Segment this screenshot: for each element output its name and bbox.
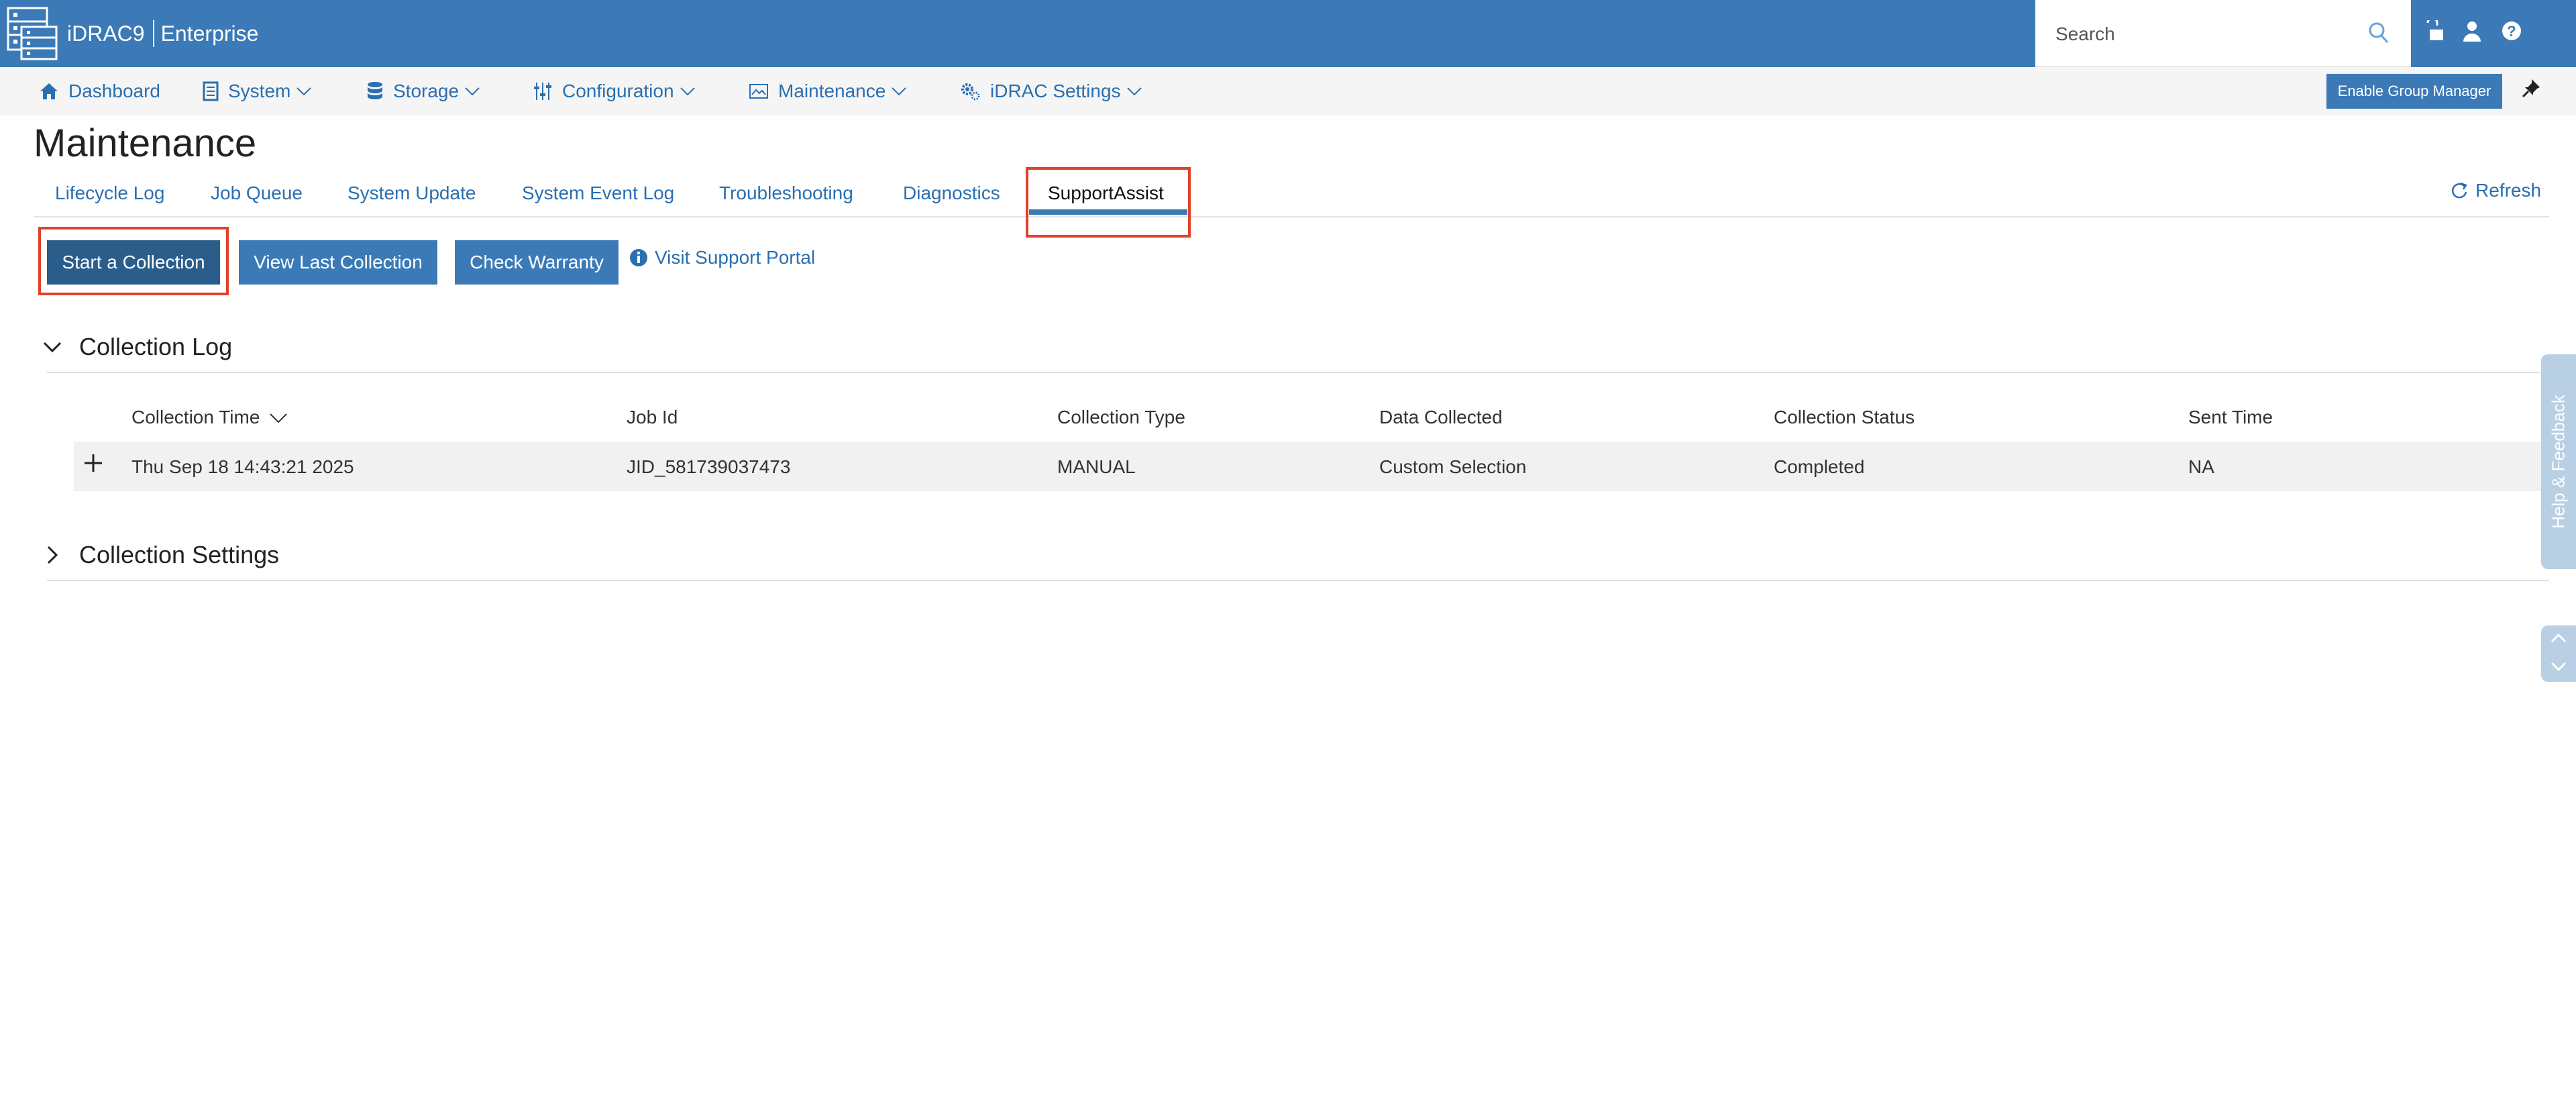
cell-collection-status: Completed	[1774, 456, 1865, 477]
nav-storage-label: Storage	[393, 81, 460, 101]
tab-lifecycle-log[interactable]: Lifecycle Log	[55, 183, 164, 204]
sliders-icon	[534, 83, 551, 100]
sort-descending-icon	[270, 413, 287, 423]
product-brand: iDRAC9 Enterprise	[67, 20, 258, 47]
column-data-collected: Data Collected	[1379, 407, 1503, 427]
column-sent-time: Sent Time	[2188, 407, 2273, 427]
chevron-down-icon	[43, 342, 62, 353]
tab-job-queue[interactable]: Job Queue	[211, 183, 303, 204]
refresh-icon	[2451, 182, 2467, 199]
collection-log-title: Collection Log	[79, 333, 233, 360]
home-icon	[40, 83, 58, 99]
tab-troubleshooting[interactable]: Troubleshooting	[719, 183, 853, 204]
nav-configuration-label: Configuration	[562, 81, 674, 101]
chevron-down-icon	[680, 87, 695, 96]
cell-data-collected: Custom Selection	[1379, 456, 1527, 477]
scroll-control	[2541, 625, 2576, 682]
check-warranty-button[interactable]: Check Warranty	[455, 240, 619, 285]
column-collection-type: Collection Type	[1057, 407, 1185, 427]
enable-group-manager-button[interactable]: Enable Group Manager	[2326, 74, 2502, 109]
help-feedback-label: Help & Feedback	[2548, 395, 2569, 529]
collection-settings-header[interactable]: Collection Settings	[43, 541, 279, 569]
monitor-icon	[749, 84, 768, 99]
cell-job-id: JID_581739037473	[627, 456, 791, 477]
info-icon	[630, 249, 647, 266]
refresh-label: Refresh	[2475, 180, 2542, 201]
svg-text:?: ?	[2507, 23, 2516, 40]
visit-support-portal-link[interactable]: Visit Support Portal	[629, 247, 815, 268]
nav-system-label: System	[228, 81, 291, 101]
nav-maintenance[interactable]: Maintenance	[749, 79, 907, 103]
nav-maintenance-label: Maintenance	[778, 81, 886, 101]
nav-storage[interactable]: Storage	[366, 79, 480, 103]
product-edition: Enterprise	[160, 21, 259, 46]
scroll-down-icon[interactable]	[2551, 662, 2567, 672]
tabs-divider	[34, 216, 2549, 217]
chevron-down-icon	[297, 87, 312, 96]
search-box	[2035, 0, 2411, 67]
table-row	[74, 442, 2549, 491]
gears-icon	[961, 83, 980, 101]
highlight-box-start-collection	[38, 227, 229, 295]
column-collection-time[interactable]: Collection Time	[131, 407, 288, 428]
pin-icon[interactable]	[2521, 78, 2541, 99]
chevron-down-icon	[1126, 87, 1142, 96]
help-icon[interactable]: ?	[2501, 20, 2522, 43]
database-icon	[368, 82, 382, 99]
user-icon[interactable]	[2462, 20, 2482, 43]
refresh-link[interactable]: Refresh	[2450, 180, 2541, 201]
chevron-right-icon	[47, 546, 58, 564]
tab-system-event-log[interactable]: System Event Log	[522, 183, 674, 204]
help-feedback-tab[interactable]: Help & Feedback	[2541, 354, 2576, 569]
collection-settings-divider	[47, 580, 2549, 581]
search-input[interactable]	[2054, 17, 2365, 51]
cell-collection-type: MANUAL	[1057, 456, 1136, 477]
nav-dashboard[interactable]: Dashboard	[39, 79, 160, 103]
view-last-collection-button[interactable]: View Last Collection	[239, 240, 437, 285]
unlock-icon[interactable]	[2424, 20, 2445, 43]
collection-log-divider	[47, 372, 2549, 373]
column-job-id: Job Id	[627, 407, 678, 427]
idrac-logo-icon	[7, 7, 58, 60]
product-name: iDRAC9	[67, 21, 145, 46]
tab-system-update[interactable]: System Update	[347, 183, 476, 204]
nav-idrac-settings-label: iDRAC Settings	[990, 81, 1121, 101]
collection-settings-title: Collection Settings	[79, 541, 280, 568]
tab-diagnostics[interactable]: Diagnostics	[903, 183, 1000, 204]
nav-idrac-settings[interactable]: iDRAC Settings	[959, 79, 1142, 103]
nav-system[interactable]: System	[203, 79, 312, 103]
column-collection-status: Collection Status	[1774, 407, 1915, 427]
visit-support-portal-label: Visit Support Portal	[655, 247, 816, 268]
nav-configuration[interactable]: Configuration	[533, 79, 696, 103]
page-title: Maintenance	[34, 121, 257, 165]
expand-row-icon[interactable]	[83, 453, 103, 473]
scroll-up-icon[interactable]	[2551, 632, 2567, 643]
search-icon[interactable]	[2368, 21, 2390, 44]
cell-sent-time: NA	[2188, 456, 2214, 477]
server-icon	[203, 81, 219, 101]
column-collection-time-label: Collection Time	[131, 407, 260, 427]
collection-log-header[interactable]: Collection Log	[43, 333, 232, 361]
highlight-box-supportassist-tab	[1026, 167, 1191, 238]
chevron-down-icon	[892, 87, 907, 96]
cell-collection-time: Thu Sep 18 14:43:21 2025	[131, 456, 354, 477]
brand-divider	[152, 20, 154, 47]
chevron-down-icon	[465, 87, 480, 96]
nav-dashboard-label: Dashboard	[68, 81, 160, 101]
